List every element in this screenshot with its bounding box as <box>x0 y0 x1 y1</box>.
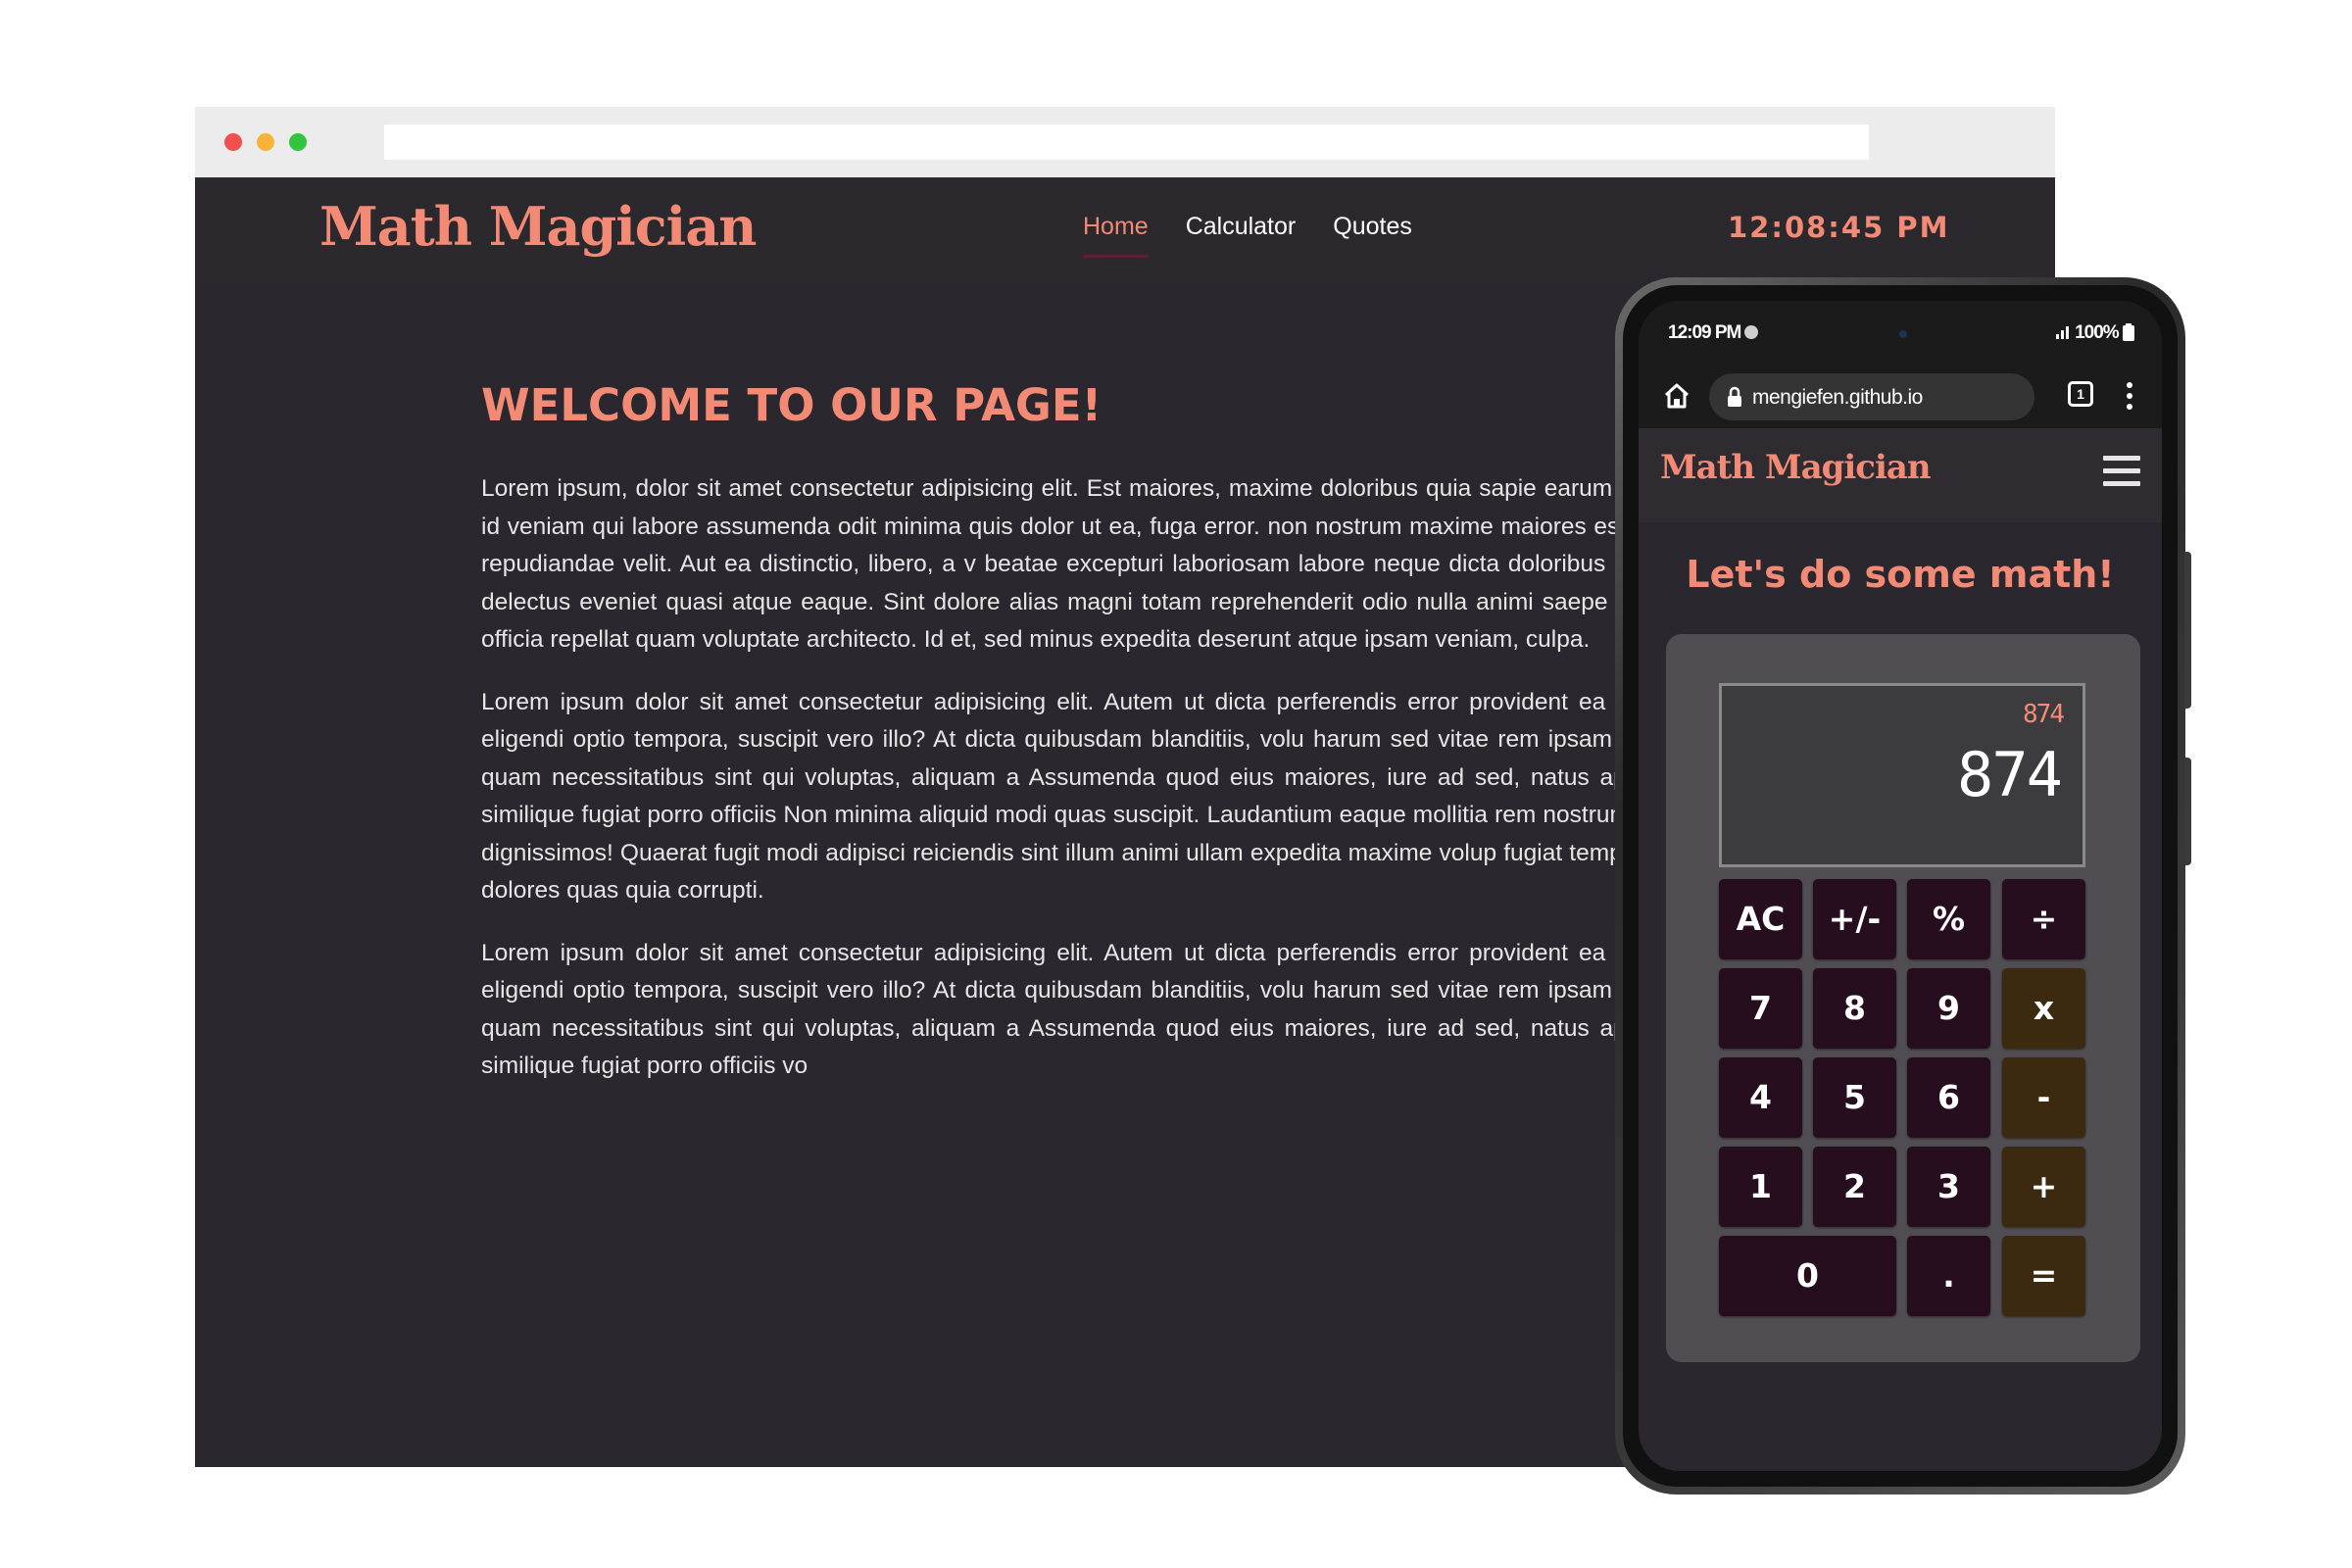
tabs-icon[interactable]: 1 <box>2068 381 2093 407</box>
site-header: Math Magician Home Calculator Quotes 12:… <box>195 177 2055 279</box>
nav-link-quotes[interactable]: Quotes <box>1333 213 1412 258</box>
key-subtract[interactable]: - <box>2002 1057 2085 1138</box>
phone-screen: 12:09 PM 100% mengiefen.github.io 1 Math… <box>1639 301 2162 1471</box>
key-decimal[interactable]: . <box>1907 1236 1990 1316</box>
close-window-dot[interactable] <box>224 133 242 151</box>
phone-side-button <box>2184 552 2191 709</box>
url-text: mengiefen.github.io <box>1752 386 1923 409</box>
main-nav: Home Calculator Quotes <box>1083 213 1449 258</box>
key-2[interactable]: 2 <box>1813 1147 1896 1227</box>
key-add[interactable]: + <box>2002 1147 2085 1227</box>
key-8[interactable]: 8 <box>1813 968 1896 1049</box>
calculator-display: 874 874 <box>1719 683 2085 867</box>
display-current-value: 874 <box>1957 739 2063 810</box>
site-logo[interactable]: Math Magician <box>319 195 757 258</box>
phone-bezel: 12:09 PM 100% mengiefen.github.io 1 Math… <box>1623 285 2178 1487</box>
signal-icon <box>2055 326 2069 339</box>
nav-link-home[interactable]: Home <box>1083 213 1149 258</box>
key-divide[interactable]: ÷ <box>2002 879 2085 959</box>
key-sign[interactable]: +/- <box>1813 879 1896 959</box>
status-indicators: 100% <box>2055 322 2134 344</box>
maximize-window-dot[interactable] <box>289 133 307 151</box>
key-5[interactable]: 5 <box>1813 1057 1896 1138</box>
mobile-site-header: Math Magician <box>1639 428 2162 522</box>
mobile-url-bar[interactable]: mengiefen.github.io <box>1709 373 2034 420</box>
hamburger-icon[interactable] <box>2103 456 2140 489</box>
key-1[interactable]: 1 <box>1719 1147 1802 1227</box>
header-clock: 12:08:45 PM <box>1728 211 1950 244</box>
calculator-heading: Let's do some math! <box>1686 553 2115 596</box>
status-time: 12:09 PM <box>1668 322 1759 344</box>
key-7[interactable]: 7 <box>1719 968 1802 1049</box>
phone-status-bar: 12:09 PM 100% <box>1639 301 2162 364</box>
mobile-site-logo[interactable]: Math Magician <box>1660 448 1932 487</box>
display-previous-value: 874 <box>2023 700 2065 729</box>
calculator: 874 874 AC +/- % ÷ 7 8 9 x 4 5 6 - 1 2 3… <box>1666 634 2140 1362</box>
notification-icon <box>1744 325 1759 339</box>
menu-dots-icon[interactable] <box>2127 381 2132 411</box>
key-percent[interactable]: % <box>1907 879 1990 959</box>
phone-side-button <box>2184 758 2191 865</box>
browser-title-bar <box>195 107 2055 177</box>
key-4[interactable]: 4 <box>1719 1057 1802 1138</box>
home-icon[interactable] <box>1662 381 1691 411</box>
front-camera <box>1899 330 1907 338</box>
battery-icon <box>2123 323 2134 341</box>
minimize-window-dot[interactable] <box>257 133 274 151</box>
lock-icon <box>1728 386 1741 407</box>
key-3[interactable]: 3 <box>1907 1147 1990 1227</box>
key-0[interactable]: 0 <box>1719 1236 1896 1316</box>
address-bar[interactable] <box>384 124 1869 160</box>
key-clear[interactable]: AC <box>1719 879 1802 959</box>
key-9[interactable]: 9 <box>1907 968 1990 1049</box>
key-multiply[interactable]: x <box>2002 968 2085 1049</box>
mobile-browser-toolbar: mengiefen.github.io 1 <box>1639 364 2162 428</box>
key-6[interactable]: 6 <box>1907 1057 1990 1138</box>
nav-link-calculator[interactable]: Calculator <box>1186 213 1297 258</box>
phone-mockup: 12:09 PM 100% mengiefen.github.io 1 Math… <box>1615 277 2191 1494</box>
battery-percent: 100% <box>2075 322 2120 343</box>
key-equals[interactable]: = <box>2002 1236 2085 1316</box>
